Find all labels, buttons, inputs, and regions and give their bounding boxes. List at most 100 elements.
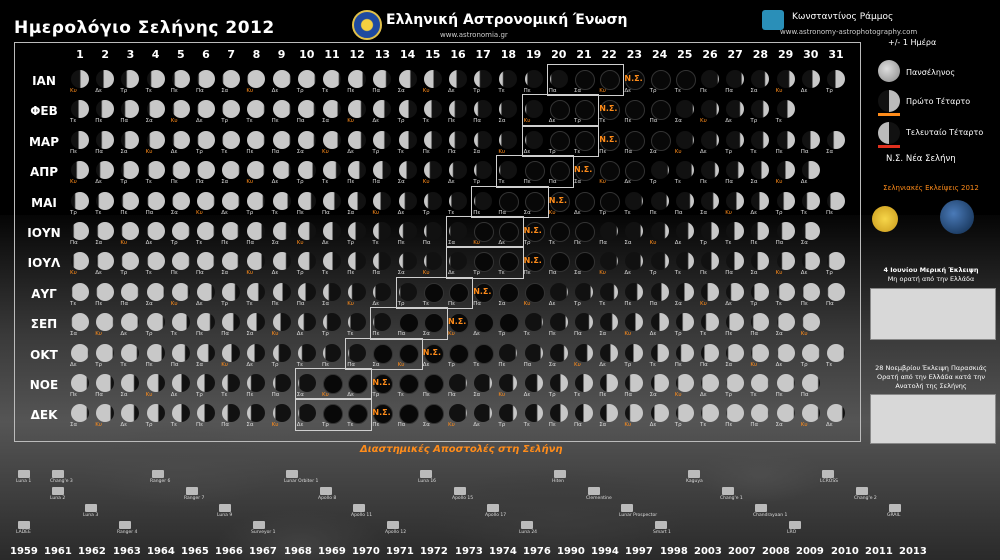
weekday-label: Πα	[750, 422, 759, 429]
weekday-label: Σα	[221, 179, 229, 186]
moon-phase-icon	[474, 191, 493, 210]
day-cell: Πε	[169, 66, 194, 96]
moon-phase-icon	[474, 374, 493, 392]
day-cell: Δε	[345, 370, 370, 400]
weekday-label: Πα	[196, 270, 204, 277]
day-cell: Κυ	[144, 370, 169, 400]
mission-year: 1970	[352, 546, 380, 557]
day-cell: Τε	[320, 248, 345, 278]
day-cell: Πε	[723, 309, 748, 339]
moon-phase-icon	[625, 222, 644, 240]
moon-phase-icon	[625, 282, 644, 301]
day-cell: Τε	[370, 218, 395, 248]
day-cell: Πε	[169, 157, 194, 187]
day-cell: Σα	[496, 279, 521, 309]
weekday-label: Δε	[473, 331, 480, 338]
weekday-label: Τε	[322, 88, 329, 94]
day-cell: Πε	[774, 127, 799, 157]
weekday-label: Πα	[372, 88, 381, 94]
author-url[interactable]: www.astronomy-astrophotography.com	[780, 28, 917, 36]
day-cell: Δε	[446, 157, 471, 187]
moon-phase-icon	[575, 374, 593, 392]
author-logo-icon	[762, 10, 784, 30]
moon-phase-icon	[121, 130, 140, 149]
moon-phase-icon	[398, 191, 417, 210]
weekday-label: Πα	[473, 118, 481, 125]
moon-phase-icon	[121, 191, 140, 210]
weekday-label: Σα	[599, 331, 607, 338]
weekday-label: Πε	[700, 88, 708, 94]
weekday-label: Τε	[221, 392, 228, 398]
day-cell: Πα	[471, 96, 496, 126]
moon-phase-icon	[675, 191, 694, 210]
moon-phase-icon	[423, 282, 444, 303]
moon-phase-icon	[247, 161, 266, 180]
weekday-label: Δε	[448, 270, 455, 277]
day-cell: Κυ	[194, 188, 219, 218]
spacecraft-label: Luna 16	[418, 479, 437, 484]
day-cell: Τρ	[824, 66, 849, 96]
day-cell: Σα	[522, 188, 547, 218]
day-cell: Κυ	[345, 279, 370, 309]
weekday-label: Τρ	[548, 392, 556, 398]
organization-url[interactable]: www.astronomia.gr	[440, 31, 508, 39]
weekday-label: Τε	[70, 118, 77, 125]
moon-phase-icon	[348, 191, 367, 210]
day-cell: Δε	[169, 370, 194, 400]
weekday-label: Σα	[649, 148, 657, 155]
moon-phase-icon	[96, 374, 115, 392]
day-cell: Τε	[68, 279, 93, 309]
day-cell: Τρ	[295, 248, 320, 278]
weekday-label: Κυ	[70, 179, 77, 186]
moon-phase-icon	[146, 404, 165, 423]
day-header-2: 2	[101, 48, 110, 61]
month-label-3: ΜΑΡ	[28, 134, 60, 149]
moon-phase-icon	[146, 282, 165, 301]
day-cell: Πε	[68, 127, 93, 157]
moon-phase-icon	[701, 252, 719, 271]
weekday-label: Τε	[448, 209, 455, 216]
day-cell: Δε	[799, 66, 824, 96]
weekday-label: Τε	[347, 331, 354, 338]
weekday-label: Τρ	[599, 209, 607, 216]
nov-eclipse-map	[870, 394, 996, 444]
weekday-label: Κυ	[296, 240, 304, 246]
day-cell: Τρ	[320, 309, 345, 339]
moon-phase-icon	[373, 130, 392, 149]
moon-phase-icon	[71, 161, 89, 180]
spacecraft-icon	[621, 504, 633, 512]
day-cell: Σα	[673, 96, 698, 126]
moon-phase-icon	[549, 404, 568, 423]
moon-phase-icon	[323, 374, 343, 394]
moon-phase-icon	[222, 161, 241, 180]
spacecraft-label: Lunar Orbiter 1	[284, 479, 319, 484]
weekday-label: Τρ	[473, 270, 481, 277]
spacecraft-label: Clementine	[586, 496, 612, 501]
day-cell: Πε	[622, 279, 647, 309]
day-cell: Σα	[118, 370, 143, 400]
moon-phase-icon	[726, 100, 745, 119]
day-cell: Πε	[396, 218, 421, 248]
day-cell: Κυ	[572, 340, 597, 370]
weekday-label: Τρ	[548, 148, 556, 155]
weekday-label: Τε	[170, 422, 178, 429]
mission-year: 1967	[249, 546, 277, 557]
weekday-label: Κυ	[775, 270, 783, 277]
day-header-15: 15	[425, 48, 441, 61]
day-cell: Τρ	[118, 157, 143, 187]
day-cell: Κυ	[320, 127, 345, 157]
weekday-label: Κυ	[120, 240, 128, 246]
weekday-label: Κυ	[271, 331, 279, 338]
weekday-label: Τρ	[674, 422, 682, 429]
moon-phase-icon	[575, 191, 595, 212]
day-cell: Πα	[421, 218, 446, 248]
weekday-label: Σα	[473, 392, 481, 398]
nov-eclipse-visibility-2: Ανατολή της Σελήνης	[895, 382, 967, 390]
day-header-21: 21	[576, 48, 592, 61]
day-cell: Δε	[471, 400, 496, 430]
weekday-label: Δε	[750, 209, 758, 216]
weekday-label: Δε	[649, 422, 657, 429]
day-cell: Κυ	[774, 248, 799, 278]
moon-phase-icon	[499, 313, 520, 334]
moon-phase-icon	[398, 70, 417, 88]
